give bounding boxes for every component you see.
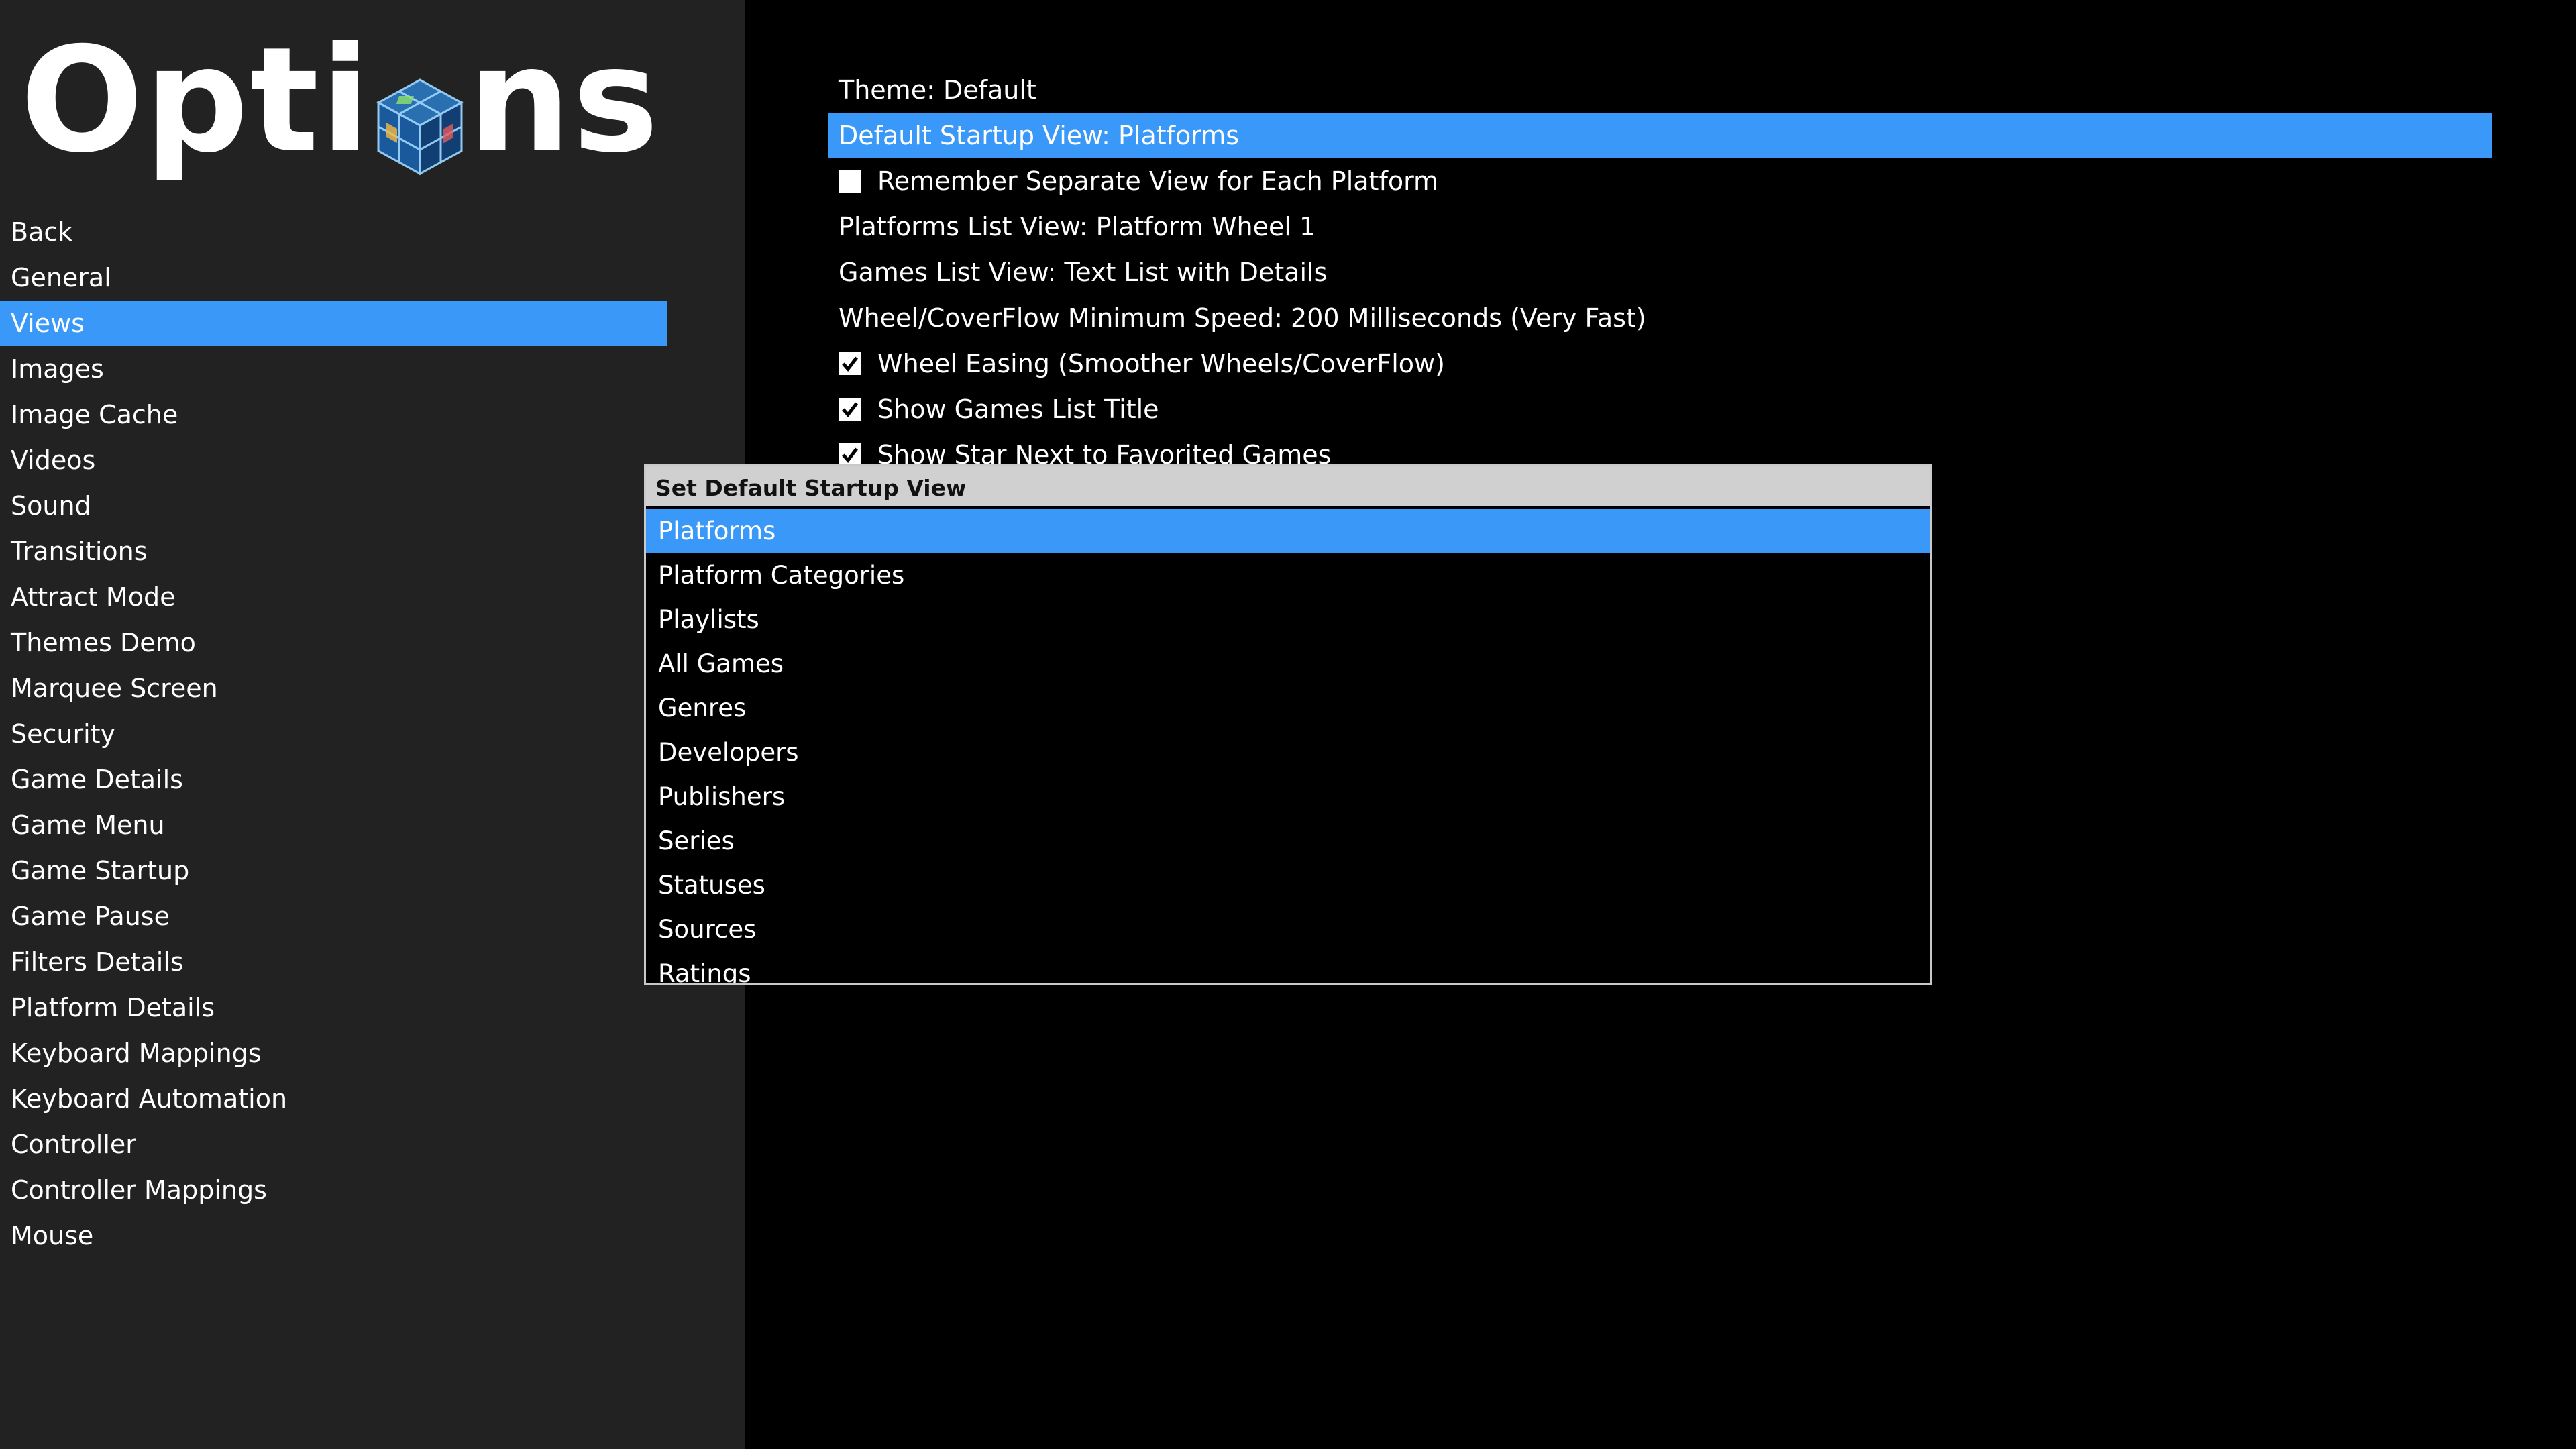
option-remember-separate-view-for-each-platform[interactable]: Remember Separate View for Each Platform <box>828 158 2492 204</box>
option-label: Theme: Default <box>839 75 1036 105</box>
option-wheel-easing-smoother-wheels-coverflow[interactable]: Wheel Easing (Smoother Wheels/CoverFlow) <box>828 341 2492 386</box>
dialog-item-all-games[interactable]: All Games <box>646 642 1930 686</box>
dialog-item-developers[interactable]: Developers <box>646 731 1930 775</box>
logo-text-end: ns <box>468 16 660 184</box>
checkbox-unchecked-icon[interactable] <box>839 170 861 193</box>
dialog-item-playlists[interactable]: Playlists <box>646 598 1930 642</box>
sidebar-item-keyboard-mappings[interactable]: Keyboard Mappings <box>0 1030 667 1076</box>
logo-text-start: Opti <box>20 16 372 184</box>
options-logo: Opti ns <box>20 20 660 181</box>
dialog-item-publishers[interactable]: Publishers <box>646 775 1930 819</box>
dialog-item-platforms[interactable]: Platforms <box>646 509 1930 553</box>
cube-logo-icon <box>373 54 467 176</box>
set-default-startup-view-dialog: Set Default Startup View Platforms Platfo… <box>644 464 1932 985</box>
option-label: Wheel Easing (Smoother Wheels/CoverFlow) <box>877 349 1445 378</box>
sidebar-item-controller[interactable]: Controller <box>0 1122 667 1167</box>
sidebar-item-filters-details[interactable]: Filters Details <box>0 939 667 985</box>
sidebar-item-attract-mode[interactable]: Attract Mode <box>0 574 667 620</box>
sidebar-item-marquee-screen[interactable]: Marquee Screen <box>0 665 667 711</box>
sidebar-item-image-cache[interactable]: Image Cache <box>0 392 667 437</box>
sidebar-item-controller-mappings[interactable]: Controller Mappings <box>0 1167 667 1213</box>
sidebar-item-keyboard-automation[interactable]: Keyboard Automation <box>0 1076 667 1122</box>
sidebar-item-security[interactable]: Security <box>0 711 667 757</box>
option-default-startup-view-platforms[interactable]: Default Startup View: Platforms <box>828 113 2492 158</box>
dialog-item-genres[interactable]: Genres <box>646 686 1930 731</box>
sidebar-item-game-details[interactable]: Game Details <box>0 757 667 802</box>
sidebar-item-game-startup[interactable]: Game Startup <box>0 848 667 894</box>
dialog-item-series[interactable]: Series <box>646 819 1930 863</box>
sidebar-item-sound[interactable]: Sound <box>0 483 667 529</box>
sidebar-item-images[interactable]: Images <box>0 346 667 392</box>
sidebar: Opti ns Back General Views Images Image … <box>0 0 745 1449</box>
sidebar-menu: Back General Views Images Image Cache Videos S… <box>0 209 667 1258</box>
option-label: Wheel/CoverFlow Minimum Speed: 200 Milli… <box>839 303 1646 333</box>
option-wheel-coverflow-minimum-speed-200-milliseconds-very-fast[interactable]: Wheel/CoverFlow Minimum Speed: 200 Milli… <box>828 295 2492 341</box>
sidebar-item-general[interactable]: General <box>0 255 667 301</box>
dialog-item-statuses[interactable]: Statuses <box>646 863 1930 908</box>
option-label: Remember Separate View for Each Platform <box>877 166 1439 196</box>
sidebar-item-game-menu[interactable]: Game Menu <box>0 802 667 848</box>
sidebar-item-mouse[interactable]: Mouse <box>0 1213 667 1258</box>
sidebar-item-themes-demo[interactable]: Themes Demo <box>0 620 667 665</box>
option-show-games-list-title[interactable]: Show Games List Title <box>828 386 2492 432</box>
sidebar-item-videos[interactable]: Videos <box>0 437 667 483</box>
sidebar-item-game-pause[interactable]: Game Pause <box>0 894 667 939</box>
checkbox-checked-icon[interactable] <box>839 398 861 421</box>
option-platforms-list-view-platform-wheel-1[interactable]: Platforms List View: Platform Wheel 1 <box>828 204 2492 250</box>
option-label: Platforms List View: Platform Wheel 1 <box>839 212 1316 241</box>
sidebar-item-back[interactable]: Back <box>0 209 667 255</box>
dialog-item-sources[interactable]: Sources <box>646 908 1930 952</box>
dialog-item-platform-categories[interactable]: Platform Categories <box>646 553 1930 598</box>
dialog-title: Set Default Startup View <box>646 466 1930 506</box>
dialog-item-ratings[interactable]: Ratings <box>646 952 1930 983</box>
option-label: Show Games List Title <box>877 394 1159 424</box>
checkbox-checked-icon[interactable] <box>839 352 861 375</box>
dialog-list: Platforms Platform Categories Playlists All… <box>646 506 1930 983</box>
sidebar-item-transitions[interactable]: Transitions <box>0 529 667 574</box>
option-theme-default[interactable]: Theme: Default <box>828 67 2492 113</box>
sidebar-item-views[interactable]: Views <box>0 301 667 346</box>
checkbox-checked-icon[interactable] <box>839 443 861 466</box>
option-label: Default Startup View: Platforms <box>839 121 1240 150</box>
option-label: Games List View: Text List with Details <box>839 258 1328 287</box>
option-games-list-view-text-list-with-details[interactable]: Games List View: Text List with Details <box>828 250 2492 295</box>
sidebar-item-platform-details[interactable]: Platform Details <box>0 985 667 1030</box>
